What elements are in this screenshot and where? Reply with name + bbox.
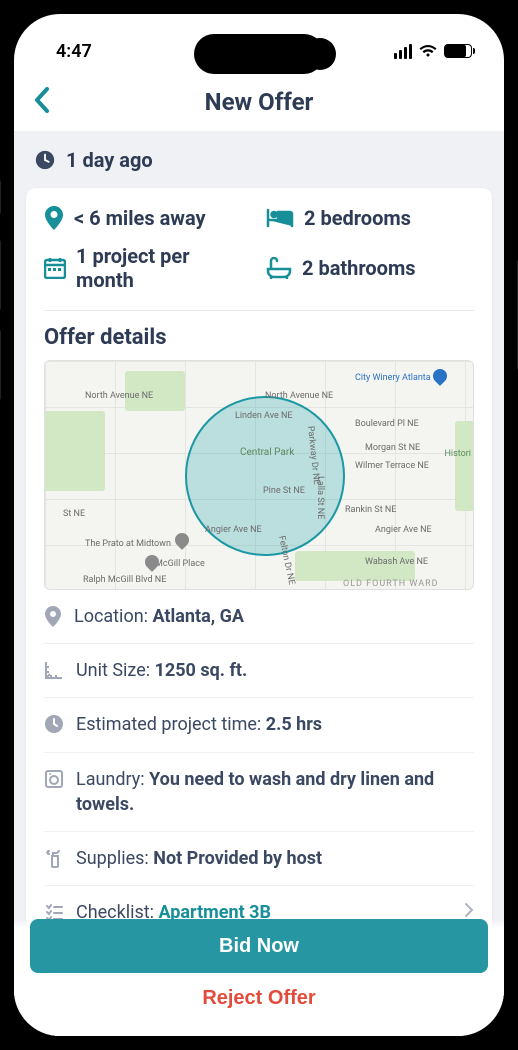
wifi-icon xyxy=(418,44,438,58)
bed-icon xyxy=(266,208,294,228)
map-street-mcgill: McGill Place xyxy=(155,559,205,569)
volume-up-button xyxy=(0,240,1,310)
offer-card: < 6 miles away 2 bedrooms xyxy=(26,188,492,943)
map-poi-prato: The Prato at Midtown xyxy=(85,539,171,549)
map-district: OLD FOURTH WARD xyxy=(343,579,439,589)
footer-actions: Bid Now Reject Offer xyxy=(14,919,504,1036)
map-pin-icon xyxy=(430,366,450,386)
reject-offer-button[interactable]: Reject Offer xyxy=(30,987,488,1010)
cellular-signal-icon xyxy=(394,44,413,59)
spray-bottle-icon xyxy=(44,848,64,868)
stat-bathrooms: 2 bathrooms xyxy=(266,244,474,292)
timestamp-row: 1 day ago xyxy=(14,132,504,188)
map-street-stne: St NE xyxy=(63,509,85,519)
detail-est-text: Estimated project time: 2.5 hrs xyxy=(76,712,474,737)
detail-laundry-text: Laundry: You need to wash and dry linen … xyxy=(76,767,474,817)
map-label-central-park: Central Park xyxy=(240,447,294,458)
map-street-1: North Avenue NE xyxy=(85,391,153,401)
front-camera xyxy=(304,38,336,70)
ruler-icon xyxy=(44,660,64,680)
detail-laundry: Laundry: You need to wash and dry linen … xyxy=(44,753,474,832)
detail-supplies-text: Supplies: Not Provided by host xyxy=(76,846,474,871)
content-scroll[interactable]: 1 day ago < 6 miles away 2 bedrooms xyxy=(14,132,504,1036)
app-header: New Offer xyxy=(14,72,504,132)
map-street-angier: Angier Ave NE xyxy=(205,525,262,535)
battery-icon xyxy=(444,44,472,58)
map-label-historic: Histori xyxy=(445,449,471,459)
map-view[interactable]: Central Park City Winery Atlanta North A… xyxy=(44,360,474,590)
map-street-linden: Linden Ave NE xyxy=(235,411,293,421)
status-time: 4:47 xyxy=(56,41,92,62)
map-street-wabash: Wabash Ave NE xyxy=(365,557,428,567)
stat-distance-text: < 6 miles away xyxy=(74,206,206,230)
calendar-icon xyxy=(44,257,66,279)
map-street-pine: Pine St NE xyxy=(263,486,305,496)
back-button[interactable] xyxy=(34,87,50,117)
detail-location: Location: Atlanta, GA xyxy=(44,590,474,644)
map-street-rankin: Rankin St NE xyxy=(345,505,396,515)
location-pin-icon xyxy=(44,606,62,628)
clock-icon xyxy=(34,149,56,171)
timestamp-text: 1 day ago xyxy=(66,148,153,172)
volume-mute-switch xyxy=(0,180,1,214)
map-street-blvd: Boulevard Pl NE xyxy=(355,419,419,429)
chevron-right-icon xyxy=(464,902,474,918)
washer-icon xyxy=(44,769,64,789)
offer-details-title: Offer details xyxy=(44,311,474,360)
detail-supplies: Supplies: Not Provided by host xyxy=(44,832,474,886)
stat-distance: < 6 miles away xyxy=(44,206,252,230)
map-street-angier2: Angier Ave NE xyxy=(375,525,432,535)
map-street-lalla: Lalla St NE xyxy=(315,476,325,519)
stat-frequency-text: 1 project per month xyxy=(76,244,252,292)
map-poi-winery: City Winery Atlanta xyxy=(355,373,431,383)
location-pin-icon xyxy=(44,206,64,230)
volume-down-button xyxy=(0,330,1,400)
map-street-wilmer: Wilmer Terrace NE xyxy=(355,461,429,471)
detail-estimated-time: Estimated project time: 2.5 hrs xyxy=(44,698,474,752)
chevron-left-icon xyxy=(34,87,50,113)
map-pin-icon xyxy=(172,530,192,550)
header-title: New Offer xyxy=(205,88,314,116)
detail-unit-text: Unit Size: 1250 sq. ft. xyxy=(76,658,474,683)
stat-bathrooms-text: 2 bathrooms xyxy=(302,256,416,280)
bid-now-button[interactable]: Bid Now xyxy=(30,919,488,973)
map-street-ralph: Ralph McGill Blvd NE xyxy=(83,575,166,585)
stat-bedrooms: 2 bedrooms xyxy=(266,206,474,230)
status-indicators xyxy=(394,44,473,59)
phone-screen: 4:47 New Offer xyxy=(14,14,504,1036)
map-street-1b: North Avenue NE xyxy=(265,391,333,401)
detail-unit-size: Unit Size: 1250 sq. ft. xyxy=(44,644,474,698)
phone-frame: 4:47 New Offer xyxy=(0,0,518,1050)
stat-bedrooms-text: 2 bedrooms xyxy=(304,206,411,230)
map-street-morgan: Morgan St NE xyxy=(365,443,420,453)
clock-icon xyxy=(44,714,64,734)
bath-icon xyxy=(266,257,292,279)
stat-frequency: 1 project per month xyxy=(44,244,252,292)
stats-grid: < 6 miles away 2 bedrooms xyxy=(44,206,474,311)
detail-location-text: Location: Atlanta, GA xyxy=(74,604,474,629)
